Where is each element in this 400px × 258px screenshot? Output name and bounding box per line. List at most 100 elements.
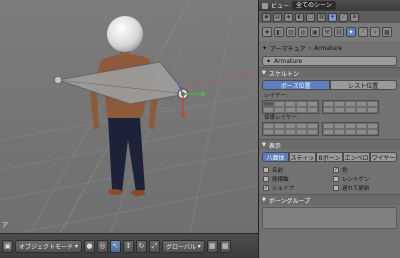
scene-selector[interactable]: 全てのシーン bbox=[292, 1, 336, 10]
display-tab-stick[interactable]: スティッ bbox=[289, 152, 316, 162]
pose-position-button[interactable]: ポーズ位置 bbox=[262, 80, 330, 90]
display-section-header[interactable]: ▼ 表示 bbox=[259, 139, 400, 150]
breadcrumb: ✦ アーマチュア › Armature bbox=[259, 41, 400, 55]
viewport-scene bbox=[0, 0, 258, 233]
display-tab-wire[interactable]: ワイヤー bbox=[370, 152, 397, 162]
pin-icon[interactable]: ✚ bbox=[262, 27, 272, 37]
editor-type-icon[interactable]: ▣ bbox=[2, 239, 13, 253]
render-layers-icon[interactable]: ▤ bbox=[273, 12, 282, 22]
checkbox-label: 遅れて更新 bbox=[342, 186, 370, 192]
checkbox-label: 名前 bbox=[272, 168, 284, 174]
render-icon[interactable]: ◉ bbox=[262, 12, 271, 22]
delay-refresh-checkbox[interactable]: 遅れて更新 bbox=[333, 184, 399, 192]
display-section-title: 表示 bbox=[268, 142, 281, 150]
armature-bone[interactable] bbox=[57, 61, 187, 105]
chain-icon[interactable]: ⛓ bbox=[334, 27, 344, 37]
names-checkbox[interactable]: 名前 bbox=[263, 166, 333, 174]
layer-block-right[interactable] bbox=[322, 100, 379, 114]
checkbox-icon bbox=[333, 176, 339, 182]
checkbox-label: 座標軸 bbox=[272, 177, 289, 183]
editor-type-icon[interactable] bbox=[262, 2, 268, 9]
mode-selector[interactable]: オブジェクトモード ▾ bbox=[15, 239, 82, 253]
layers-label: レイヤー: bbox=[264, 93, 288, 99]
texture-icon[interactable]: ▩ bbox=[382, 27, 392, 37]
mode-label: オブジェクトモード bbox=[19, 243, 74, 251]
character-shoe-right bbox=[131, 190, 145, 196]
character-legs bbox=[108, 118, 145, 192]
translate-icon[interactable]: ↕ bbox=[122, 239, 134, 253]
3d-viewport[interactable]: ア bbox=[0, 0, 258, 233]
bone-constraints-icon[interactable]: ⊕ bbox=[350, 12, 359, 22]
protected-layers-label: 保護レイヤー: bbox=[264, 115, 299, 121]
view-menu[interactable]: ビュー bbox=[271, 1, 289, 10]
display-tab-bbone[interactable]: Bボーン bbox=[316, 152, 343, 162]
pose-rest-toggle: ポーズ位置 レスト位置 bbox=[262, 80, 397, 90]
skeleton-section-title: スケルトン bbox=[268, 70, 299, 78]
bone-icon[interactable]: ⟋ bbox=[339, 12, 348, 22]
checkbox-label: 色 bbox=[342, 168, 348, 174]
bone-groups-list[interactable] bbox=[262, 207, 397, 229]
armature-data-icon[interactable]: ✦ bbox=[328, 12, 337, 22]
bone-groups-section-title: ボーングループ bbox=[268, 197, 311, 205]
manipulator-icon[interactable]: ↖ bbox=[109, 239, 121, 253]
world-icon[interactable]: ◐ bbox=[295, 12, 304, 22]
axes-checkbox[interactable]: 座標軸 bbox=[263, 175, 333, 183]
protected-layer-block-left[interactable] bbox=[262, 122, 319, 136]
properties-tabs-row: ◉ ▤ ◈ ◐ ▢ ⛓ ✦ ⟋ ⊕ bbox=[259, 11, 400, 23]
bone-icon[interactable]: ⟋ bbox=[358, 27, 368, 37]
protected-layers-grid bbox=[259, 122, 400, 136]
rest-position-button[interactable]: レスト位置 bbox=[329, 80, 397, 90]
orientation-selector[interactable]: グローバル ▾ bbox=[161, 239, 205, 253]
globe-icon[interactable]: ◍ bbox=[298, 27, 308, 37]
armature-name-field[interactable]: ✦ Armature bbox=[262, 56, 397, 66]
display-options: 名前 ✓ 色 座標軸 レントゲン ✓ シェイプ 遅れて更新 bbox=[259, 164, 400, 194]
checkbox-label: シェイプ bbox=[272, 186, 295, 192]
xray-checkbox[interactable]: レントゲン bbox=[333, 175, 399, 183]
display-tab-octahedral[interactable]: 八面体 bbox=[262, 152, 289, 162]
triangle-down-icon: ▼ bbox=[262, 197, 266, 203]
outliner-header: ビュー 全てのシーン bbox=[259, 0, 400, 11]
object-data-icon: ✦ bbox=[262, 44, 268, 52]
triangle-down-icon: ▼ bbox=[262, 142, 266, 148]
chevron-down-icon: ▾ bbox=[195, 242, 201, 250]
camera-icon[interactable]: ◧ bbox=[274, 27, 284, 37]
bone-display-type: 八面体 スティッ Bボーン エンベロ ワイヤー bbox=[262, 152, 397, 162]
breadcrumb-object: Armature bbox=[313, 44, 343, 52]
scale-icon[interactable]: ⤢ bbox=[148, 239, 160, 253]
bone-constraint-icon[interactable]: ✧ bbox=[370, 27, 380, 37]
orientation-label: グローバル bbox=[165, 243, 196, 251]
character-head-sphere bbox=[107, 16, 143, 52]
rotate-icon[interactable]: ↻ bbox=[135, 239, 147, 253]
layer-icon[interactable]: ▦ bbox=[219, 239, 231, 253]
bone-tail-joint[interactable] bbox=[54, 76, 62, 84]
colors-checkbox[interactable]: ✓ 色 bbox=[333, 166, 399, 174]
constraints-icon[interactable]: ⛓ bbox=[317, 12, 326, 22]
triangle-down-icon: ▼ bbox=[262, 70, 266, 76]
breadcrumb-separator-icon: › bbox=[308, 44, 311, 52]
skeleton-section-header[interactable]: ▼ スケルトン bbox=[259, 67, 400, 78]
layers-icon[interactable]: ▥ bbox=[286, 27, 296, 37]
character-shoe-left bbox=[108, 189, 122, 195]
layer-block-left[interactable] bbox=[262, 100, 319, 114]
shading-icon[interactable]: ● bbox=[83, 239, 95, 253]
protected-layer-block-right[interactable] bbox=[322, 122, 379, 136]
shapes-checkbox[interactable]: ✓ シェイプ bbox=[263, 184, 333, 192]
scene-icon[interactable]: ◈ bbox=[284, 12, 293, 22]
checkmark-icon: ✓ bbox=[263, 185, 269, 191]
layer-icon[interactable]: ▦ bbox=[206, 239, 218, 253]
breadcrumb-armature: アーマチュア bbox=[270, 45, 306, 53]
armature-icon[interactable]: ✦ bbox=[346, 27, 356, 37]
display-tab-envelope[interactable]: エンベロ bbox=[343, 152, 370, 162]
armature-name-value: Armature bbox=[274, 57, 303, 65]
armature-icon: ✦ bbox=[266, 57, 272, 65]
bone-groups-section-header[interactable]: ▼ ボーングループ bbox=[259, 194, 400, 205]
object-icon[interactable]: ▢ bbox=[306, 12, 315, 22]
layers-grid bbox=[259, 100, 400, 114]
wrench-icon[interactable]: ⚒ bbox=[322, 27, 332, 37]
properties-panel: ビュー 全てのシーン ◉ ▤ ◈ ◐ ▢ ⛓ ✦ ⟋ ⊕ ✚ ◧ ▥ ◍ ▣ ⚒… bbox=[258, 0, 400, 258]
chevron-down-icon: ▾ bbox=[73, 242, 78, 250]
checkbox-label: レントゲン bbox=[342, 177, 370, 183]
context-row: ✚ ◧ ▥ ◍ ▣ ⚒ ⛓ ✦ ⟋ ✧ ▩ bbox=[259, 23, 400, 41]
cube-icon[interactable]: ▣ bbox=[310, 27, 320, 37]
pivot-icon[interactable]: ◎ bbox=[96, 239, 108, 253]
